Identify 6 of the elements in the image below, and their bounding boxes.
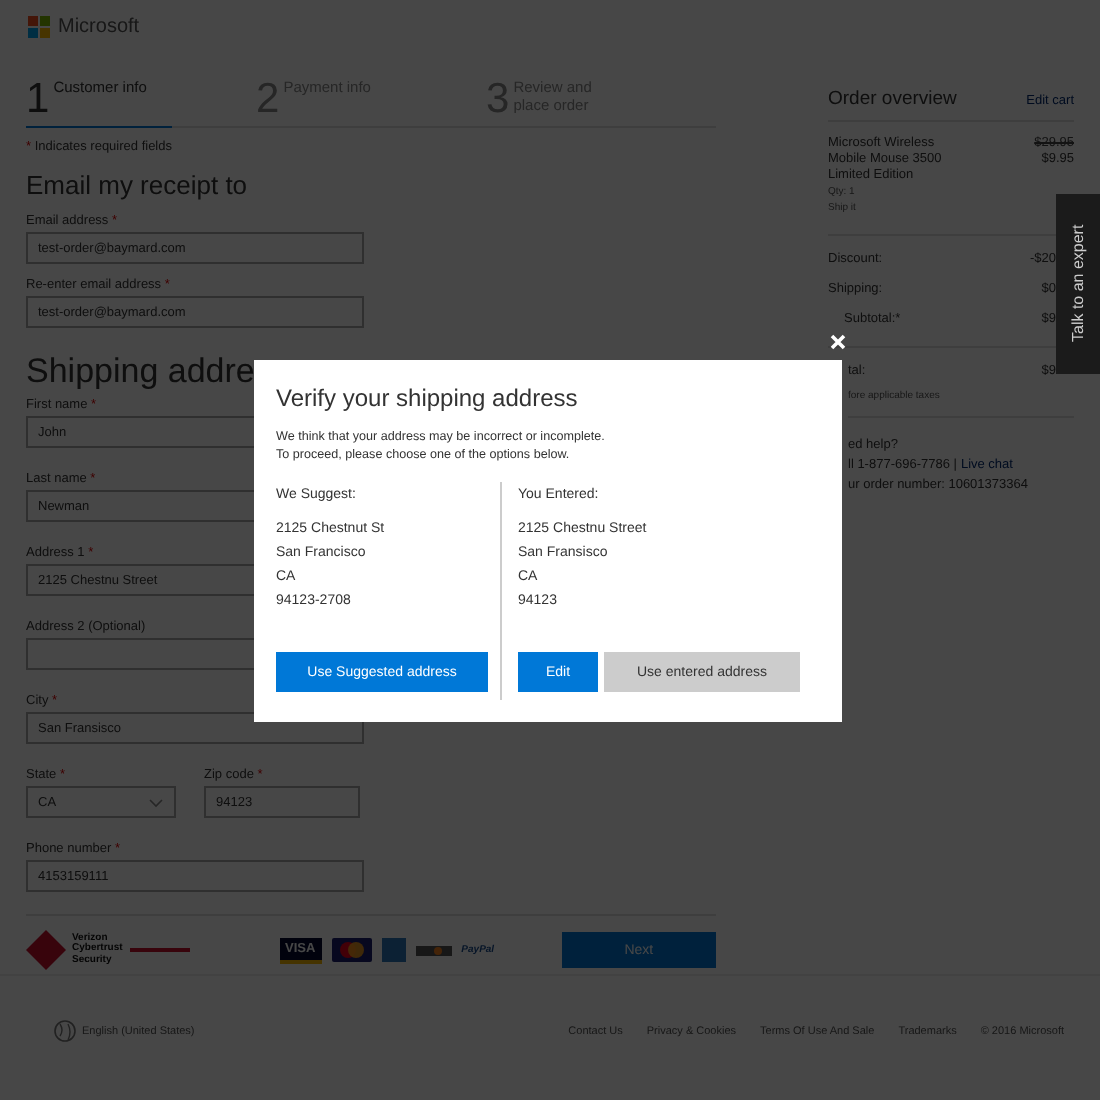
order-overview-title: Order overview [828, 88, 957, 110]
talk-to-expert-tab[interactable]: Talk to an expert [1056, 194, 1100, 374]
section-heading: Email my receipt to [26, 170, 250, 200]
dialog-title: Verify your shipping address [276, 384, 580, 412]
section-heading: Shipping addre [26, 352, 257, 392]
close-icon [830, 334, 846, 350]
